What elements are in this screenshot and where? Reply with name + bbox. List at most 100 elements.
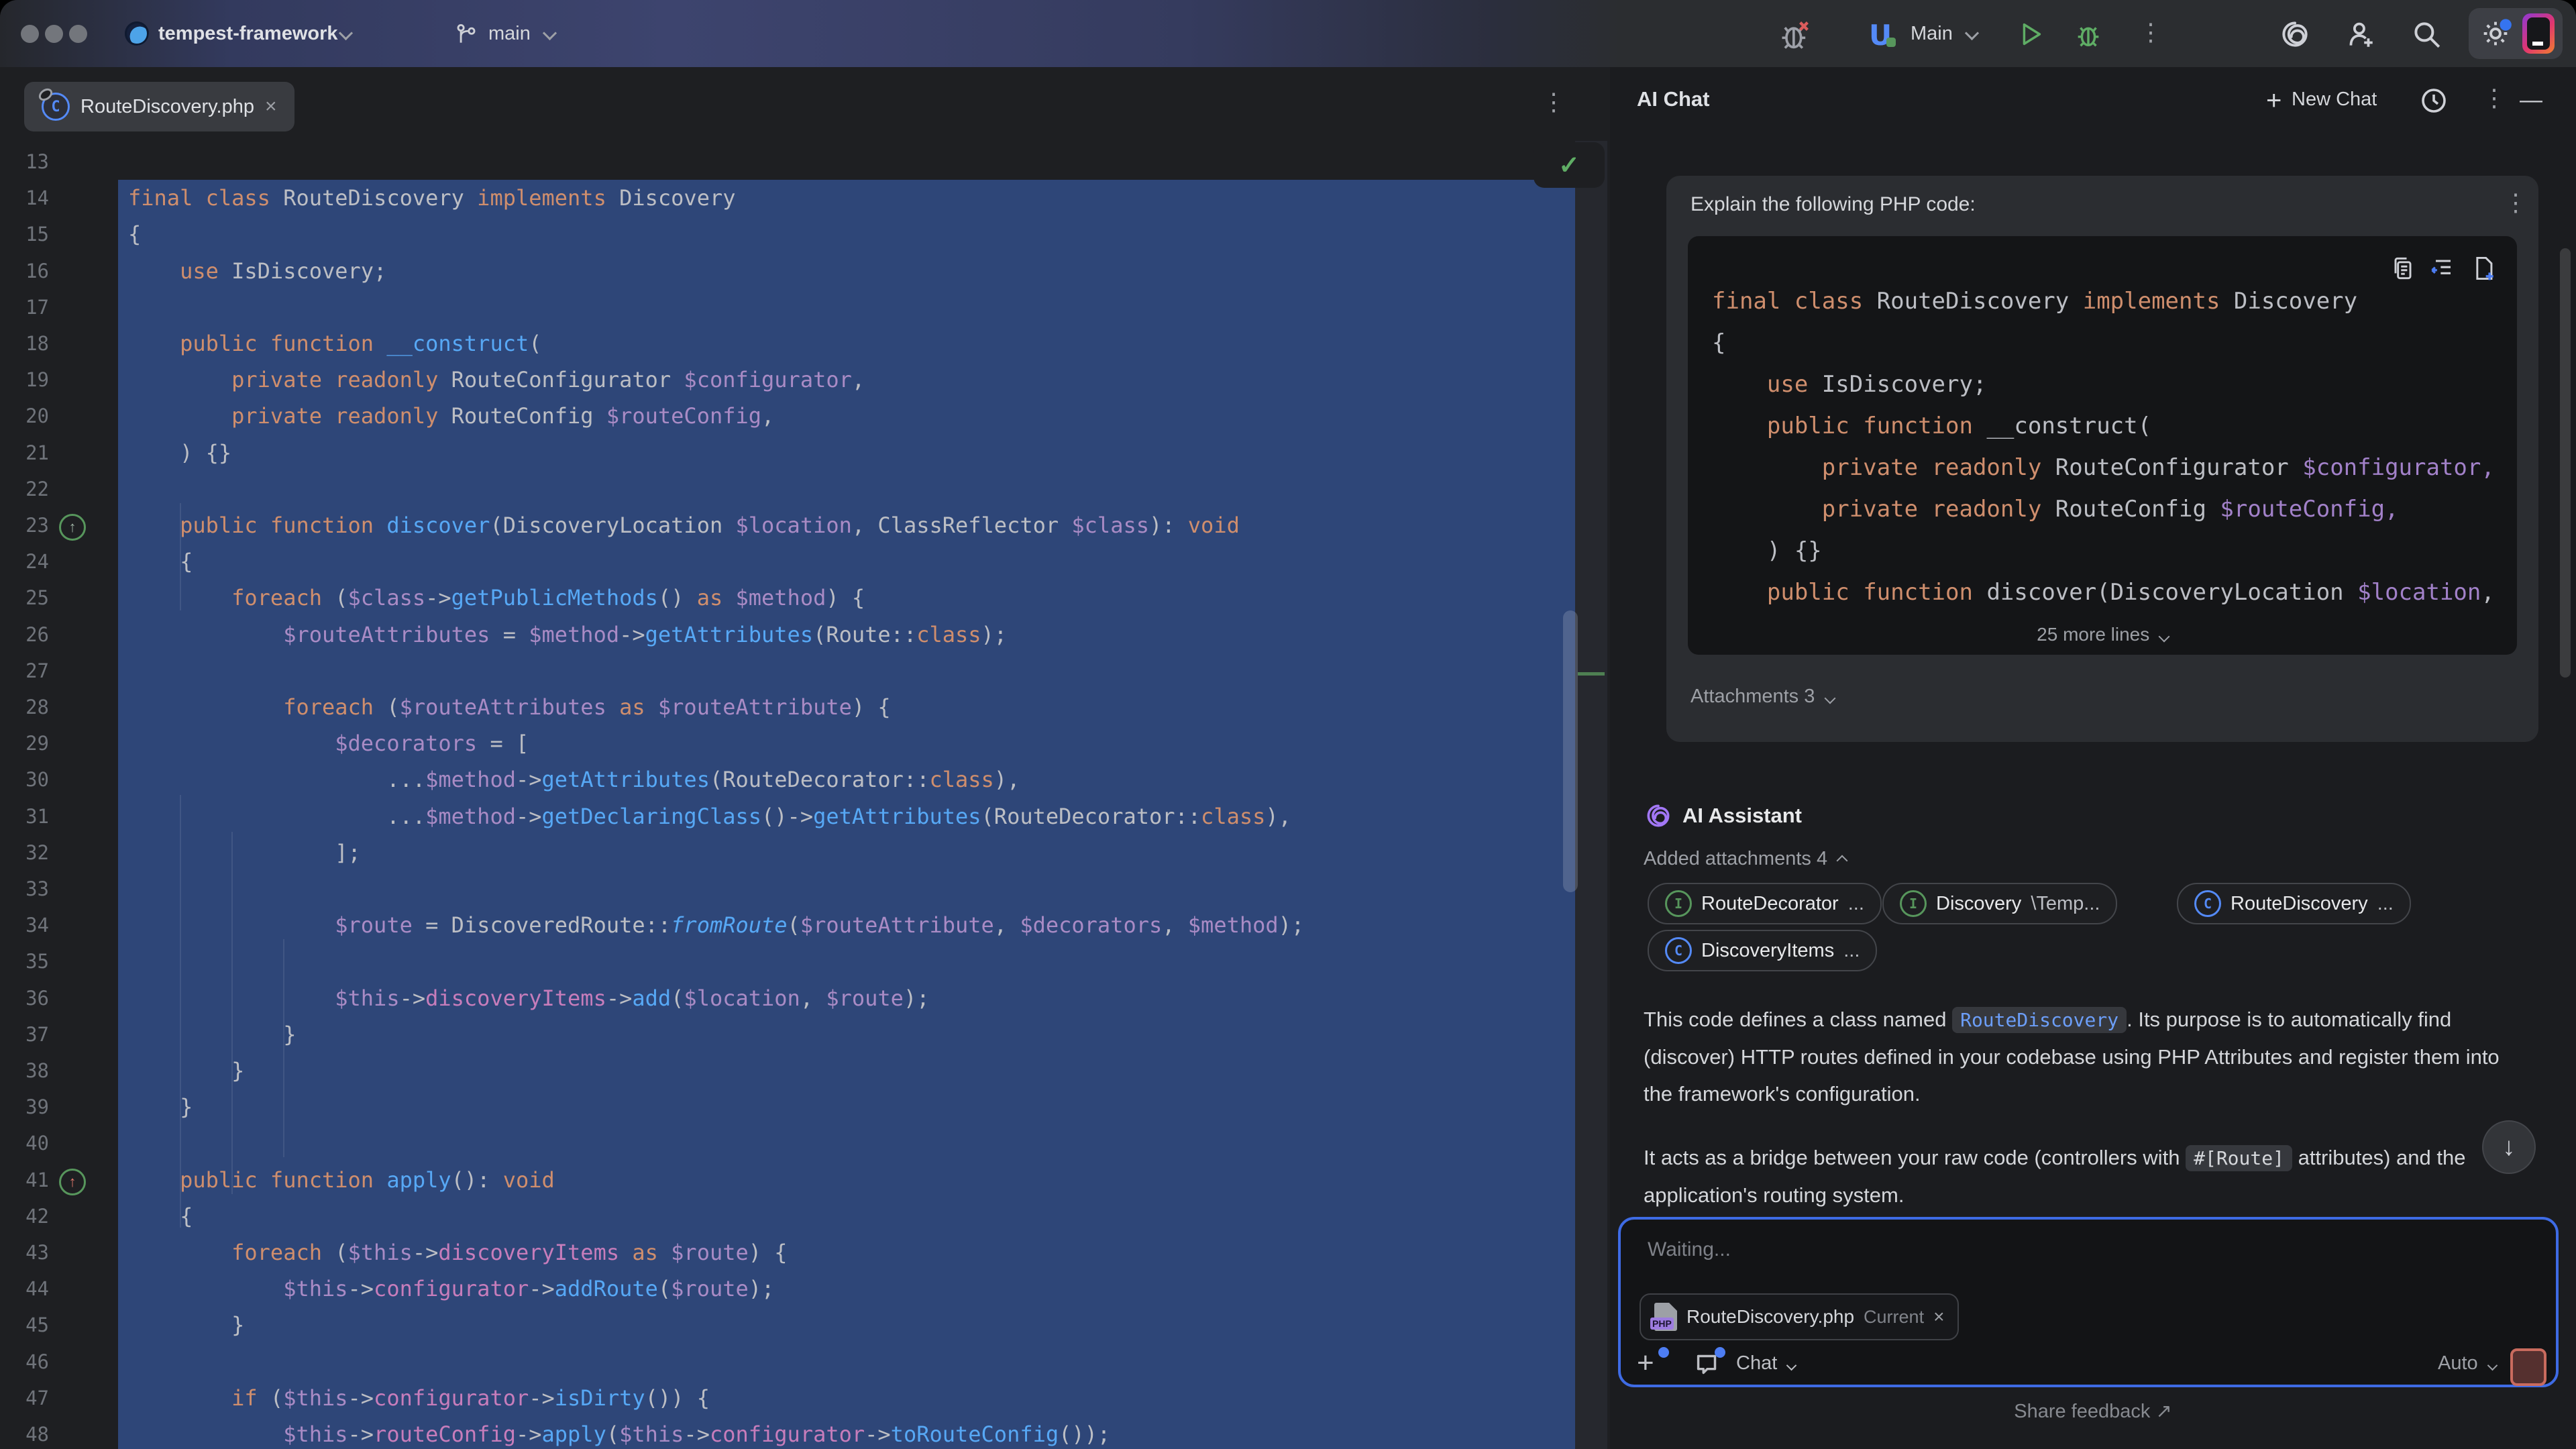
code-line: $routeAttributes = $method->getAttribute… [128,616,1007,653]
code-token: discoveryItems [425,985,606,1011]
attachment-chip[interactable]: CDiscoveryItems... [1648,930,1877,971]
code-line: foreach ($this->discoveryItems as $route… [128,1234,788,1271]
chat-history-icon[interactable] [2418,85,2450,117]
plus-icon[interactable]: + [2266,86,2282,116]
code-token [258,513,270,538]
tab-routediscovery[interactable]: C RouteDiscovery.php × [24,82,294,131]
code-token: { [128,549,193,574]
attachment-suffix: ... [2377,893,2394,915]
editor-options-menu[interactable]: ⋮ [1542,90,1566,114]
code-token: foreach [231,1240,322,1265]
search-everywhere-icon[interactable] [2410,17,2443,51]
code-token [374,1167,386,1193]
ai-assistant-icon[interactable] [2278,17,2312,51]
code-token: class [916,622,981,647]
code-token: , [2481,579,2508,606]
code-token [1849,413,1863,439]
stop-button[interactable] [2510,1348,2546,1386]
more-actions-menu[interactable]: ⋮ [2139,20,2163,44]
code-token: function [270,513,374,538]
inline-code: RouteDiscovery [1952,1007,2127,1033]
window-zoom-button[interactable] [69,25,87,43]
code-token: ), [994,767,1020,792]
tab-close-icon[interactable]: × [265,95,277,118]
code-token: $configurator, [2302,454,2495,481]
attachment-chip[interactable]: CRouteDiscovery... [2177,883,2411,924]
attachment-chip[interactable]: IRouteDecorator... [1648,883,1882,924]
remove-context-icon[interactable]: × [1933,1306,1944,1328]
code-token: void [1188,513,1240,538]
code-line: $this->routeConfig->apply($this->configu… [128,1416,1110,1449]
add-context-button[interactable]: + [1637,1348,1669,1381]
model-selector[interactable]: Auto [2438,1352,2496,1375]
code-with-me-icon[interactable] [2344,17,2377,51]
debug-button[interactable] [2073,19,2104,50]
chat-code-line: final class RouteDiscovery implements Di… [1712,280,2357,322]
php-file-icon: PHP [1654,1303,1677,1331]
code-token: ( [322,1240,348,1265]
code-token: ()-> [761,804,813,829]
code-token: } [128,1312,244,1338]
user-avatar[interactable] [2522,13,2555,54]
code-editor[interactable]: 1314151617181920212223↑24252627282930313… [0,141,1607,1449]
chat-code-line: use IsDiscovery; [1712,364,1986,405]
new-chat-button[interactable]: New Chat [2292,89,2377,111]
attachment-chip[interactable]: IDiscovery\Temp... [1882,883,2117,924]
code-token: apply [542,1421,606,1447]
code-token: ( [658,1276,671,1301]
code-token: private [1822,454,1918,481]
code-token: $configurator [684,367,851,392]
context-file-chip[interactable]: PHP RouteDiscovery.php Current × [1640,1293,1959,1340]
chat-input-box[interactable]: Waiting... PHP RouteDiscovery.php Curren… [1618,1217,2559,1387]
project-logo-icon [125,21,149,46]
mode-selector[interactable]: Chat [1736,1352,1795,1375]
code-line: } [128,1089,193,1125]
chat-options-menu[interactable]: ⋮ [2482,86,2506,110]
code-token: readonly [1932,454,2042,481]
share-feedback-link[interactable]: Share feedback ↗ [1610,1399,2576,1423]
assistant-paragraph: This code defines a class named RouteDis… [1644,1001,2529,1112]
code-token: foreach [231,585,322,610]
settings-gear-icon[interactable] [2478,16,2513,51]
insert-at-caret-icon[interactable] [2428,254,2458,283]
code-token: $method [735,585,826,610]
code-line: { [128,1198,193,1234]
attachments-toggle[interactable]: Attachments 3 [1690,686,1834,708]
message-options-menu[interactable]: ⋮ [2504,191,2528,215]
code-token: implements [2083,288,2220,315]
branch-selector[interactable]: main [488,0,531,67]
editor-scrollbar[interactable] [1563,610,1578,892]
code-line: $decorators = [ [128,725,529,761]
code-token [128,331,180,356]
hide-panel-button[interactable]: — [2520,87,2542,113]
code-token: ); [904,985,930,1011]
code-token: ( [788,912,800,938]
expand-more-lines[interactable]: 25 more lines [1688,624,2517,645]
attachment-suffix: ... [1848,893,1864,915]
copy-icon[interactable] [2388,254,2418,283]
added-attachments-toggle[interactable]: Added attachments 4 [1644,848,1846,870]
code-token: as [632,1240,658,1265]
code-token: public [1767,413,1849,439]
stripe-mark [1578,672,1605,676]
chat-code-line: private readonly RouteConfigurator $conf… [1712,447,2495,488]
chat-scrollbar[interactable] [2560,248,2571,678]
code-token: IsDiscovery; [219,258,386,284]
window-minimize-button[interactable] [45,25,63,43]
attach-debugger-icon[interactable] [1778,17,1813,52]
code-line: public function discover(DiscoveryLocati… [128,507,1240,543]
run-config-selector[interactable]: Main [1911,0,1953,67]
code-token [1780,288,1794,315]
inspections-ok-widget[interactable]: ✓ [1534,142,1605,188]
code-token: $routeAttribute [658,694,852,720]
scroll-to-bottom-button[interactable]: ↓ [2482,1120,2536,1174]
project-selector[interactable]: tempest-framework [158,0,338,67]
code-token [128,1240,231,1265]
new-file-icon[interactable] [2469,254,2498,283]
code-token: private [1822,496,1918,523]
code-token: ) {} [128,440,231,466]
code-area[interactable]: final class RouteDiscovery implements Di… [0,141,1575,1449]
window-close-button[interactable] [21,25,39,43]
code-token: $route [671,1240,749,1265]
run-button[interactable] [2015,19,2046,50]
